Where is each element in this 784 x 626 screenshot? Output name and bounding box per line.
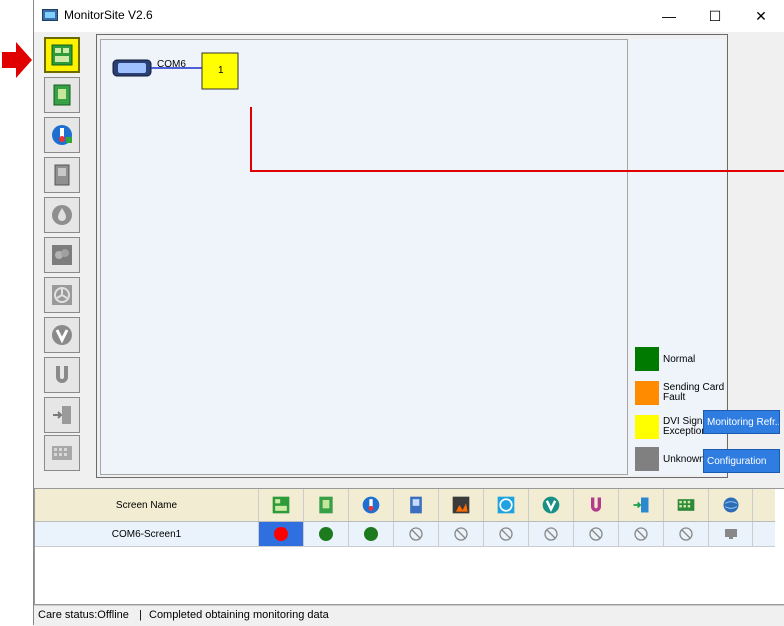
topology-drawing [112,52,784,172]
cabinet-door-icon [54,164,70,186]
status-cell-exit[interactable] [619,522,664,546]
magnet-icon [56,366,68,383]
legend-label-sending-card-fault: Sending Card Fault [663,382,725,403]
column-header-temperature [349,489,394,521]
red-connection-line [250,107,784,172]
column-header-exit [619,489,664,521]
care-status-text: Care status:Offline [38,609,129,621]
screen-box-label: 1 [218,65,224,76]
status-cell-module[interactable] [304,522,349,546]
voltage-icon [52,325,72,345]
status-cell-fan[interactable] [484,522,529,546]
column-header-receiving-card [259,489,304,521]
sidebar-item-voltage[interactable] [44,317,80,353]
smoke-icon [452,496,470,514]
column-header-network [709,489,753,521]
status-message: Completed obtaining monitoring data [149,609,329,621]
status-cell-smoke[interactable] [439,522,484,546]
sidebar-item-humidity[interactable] [44,197,80,233]
legend-swatch-dvi-signal-exception [635,415,659,439]
status-cell-cabinet-door[interactable] [394,522,439,546]
app-window: MonitorSite V2.6 — ☐ ✕ Normal Sending Ca… [33,0,784,626]
legend-label-unknown: Unknown [663,454,705,465]
temperature-icon [52,125,72,145]
app-icon [42,9,58,21]
network-globe-icon [723,497,738,513]
sidebar-item-temperature[interactable] [44,117,80,153]
minimize-button[interactable]: — [646,0,692,32]
status-cell-network[interactable] [709,522,753,546]
smoke-icon [52,245,72,265]
disabled-icon [634,527,648,541]
maximize-button[interactable]: ☐ [692,0,738,32]
legend-swatch-normal [635,347,659,371]
configuration-button[interactable]: Configuration [703,449,780,473]
com-port-label: COM6 [157,59,186,70]
title-bar: MonitorSite V2.6 — ☐ ✕ [34,0,784,32]
screen-name-cell: COM6-Screen1 [35,522,259,546]
module-board-icon [53,84,71,106]
magnet-icon [591,497,601,512]
com-port-icon[interactable] [112,59,152,77]
table-row[interactable]: COM6-Screen1 [35,522,775,547]
disabled-icon [409,527,423,541]
exit-door-icon [53,406,71,424]
window-title: MonitorSite V2.6 [64,8,153,22]
receiving-card-icon [272,496,290,514]
status-cell-magnet[interactable] [574,522,619,546]
sidebar-item-module[interactable] [44,77,80,113]
sidebar-item-grid[interactable] [44,435,80,471]
disabled-icon [589,527,603,541]
status-bar: Care status:Offline | Completed obtainin… [34,605,784,626]
column-header-cabinet-door [394,489,439,521]
exit-door-icon [633,497,649,513]
status-cell-temperature[interactable] [349,522,394,546]
column-header-grid [664,489,709,521]
column-header-fan [484,489,529,521]
column-header-smoke [439,489,484,521]
column-header-voltage [529,489,574,521]
monitor-icon [724,529,737,539]
legend-swatch-sending-card-fault [635,381,659,405]
cabinet-door-icon [410,496,422,514]
red-pointer-arrow-icon [2,42,32,78]
sidebar-item-exit[interactable] [44,397,80,433]
disabled-icon [454,527,468,541]
status-dot-error [274,527,288,541]
close-button[interactable]: ✕ [738,0,784,32]
voltage-icon [542,496,560,514]
legend-label-normal: Normal [663,354,696,365]
status-separator: | [139,609,142,621]
monitoring-refresh-button[interactable]: Monitoring Refr... [703,410,780,434]
table-header: Screen Name [35,489,775,522]
monitor-sidebar [44,37,84,471]
status-cell-voltage[interactable] [529,522,574,546]
humidity-icon [52,205,72,225]
fan-icon [497,496,515,514]
screen-status-table: Screen Name COM6-Screen1 [34,488,784,605]
sidebar-item-receiving-card[interactable] [44,37,80,73]
column-header-module [304,489,349,521]
grid-icon [677,499,695,511]
status-dot-ok [364,527,378,541]
column-header-magnet [574,489,619,521]
temperature-icon [362,496,380,514]
sidebar-item-magnet[interactable] [44,357,80,393]
status-cell-grid[interactable] [664,522,709,546]
disabled-icon [499,527,513,541]
disabled-icon [679,527,693,541]
disabled-icon [544,527,558,541]
sidebar-item-fan[interactable] [44,277,80,313]
legend-swatch-unknown [635,447,659,471]
module-board-icon [319,496,333,514]
receiving-card-icon [51,44,73,66]
sidebar-item-smoke[interactable] [44,237,80,273]
column-header-screen-name: Screen Name [35,489,259,521]
status-dot-ok [319,527,333,541]
status-cell-receiving-card[interactable] [259,522,304,546]
grid-icon [52,446,72,460]
fan-icon [52,285,72,305]
sidebar-item-cabinet-door[interactable] [44,157,80,193]
